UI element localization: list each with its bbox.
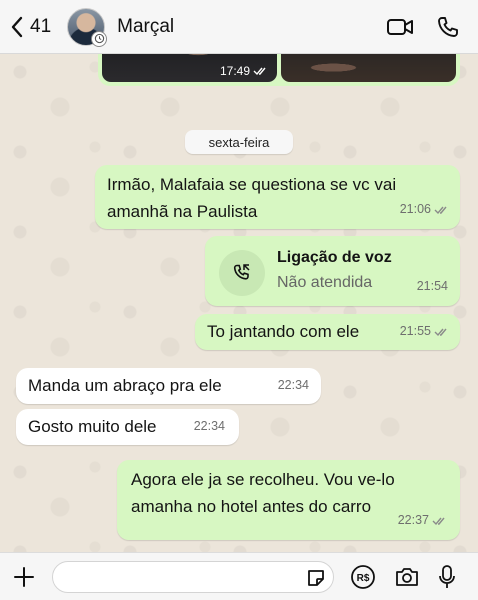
read-ticks-icon — [253, 67, 266, 76]
payment-button[interactable]: R$ — [350, 564, 376, 590]
camera-icon — [396, 567, 418, 586]
read-ticks-icon — [434, 328, 447, 336]
message-time: 22:34 — [277, 378, 309, 392]
microphone-button[interactable] — [438, 564, 456, 590]
outgoing-message[interactable]: To jantando com ele 21:55 — [195, 314, 460, 350]
message-text: Irmão, Malafaia se questiona se vc vai a… — [107, 175, 397, 221]
message-time: 21:55 — [400, 318, 450, 345]
back-button[interactable]: 41 — [10, 16, 51, 38]
message-text: Agora ele ja se recolheu. Vou ve-lo aman… — [131, 470, 395, 516]
message-time: 17:49 — [220, 64, 269, 78]
attach-button[interactable] — [12, 565, 36, 589]
message-time: 22:34 — [193, 419, 225, 433]
camera-button[interactable] — [394, 565, 420, 589]
call-message[interactable]: Ligação de voz Não atendida 21:54 — [205, 236, 460, 306]
plus-icon — [14, 566, 34, 587]
call-status: Não atendida — [277, 274, 373, 291]
microphone-icon — [439, 564, 455, 588]
contact-name[interactable]: Marçal — [117, 16, 174, 38]
back-chevron-icon — [11, 16, 23, 37]
unread-count: 41 — [30, 15, 52, 37]
payment-icon: R$ — [351, 564, 375, 589]
video-call-icon[interactable] — [386, 15, 414, 39]
chat-header: 41 Marçal — [0, 0, 478, 54]
sticker-icon — [308, 569, 324, 586]
message-text: Manda um abraço pra ele — [28, 376, 222, 395]
status-badge-icon — [91, 30, 108, 47]
message-input-bar: R$ — [0, 552, 478, 600]
message-time: 22:37 — [398, 507, 448, 534]
missed-call-icon — [219, 250, 265, 296]
call-title: Ligação de voz — [277, 249, 392, 266]
message-input[interactable] — [52, 560, 334, 593]
message-text: To jantando com ele — [207, 322, 360, 341]
message-time: 21:06 — [400, 196, 450, 223]
sticker-button[interactable] — [305, 567, 327, 589]
outgoing-message[interactable]: Agora ele ja se recolheu. Vou ve-lo aman… — [117, 460, 460, 540]
incoming-message[interactable]: Manda um abraço pra ele 22:34 — [16, 368, 321, 404]
incoming-message[interactable]: Gosto muito dele 22:34 — [16, 409, 239, 445]
svg-text:R$: R$ — [357, 573, 370, 584]
read-ticks-icon — [432, 517, 445, 525]
date-separator: sexta-feira — [185, 130, 293, 154]
contact-avatar[interactable] — [67, 7, 108, 47]
read-ticks-icon — [434, 206, 447, 214]
phone-icon[interactable] — [434, 15, 462, 39]
message-time: 21:54 — [416, 279, 448, 293]
message-text: Gosto muito dele — [28, 417, 157, 436]
outgoing-message[interactable]: Irmão, Malafaia se questiona se vc vai a… — [95, 165, 460, 229]
